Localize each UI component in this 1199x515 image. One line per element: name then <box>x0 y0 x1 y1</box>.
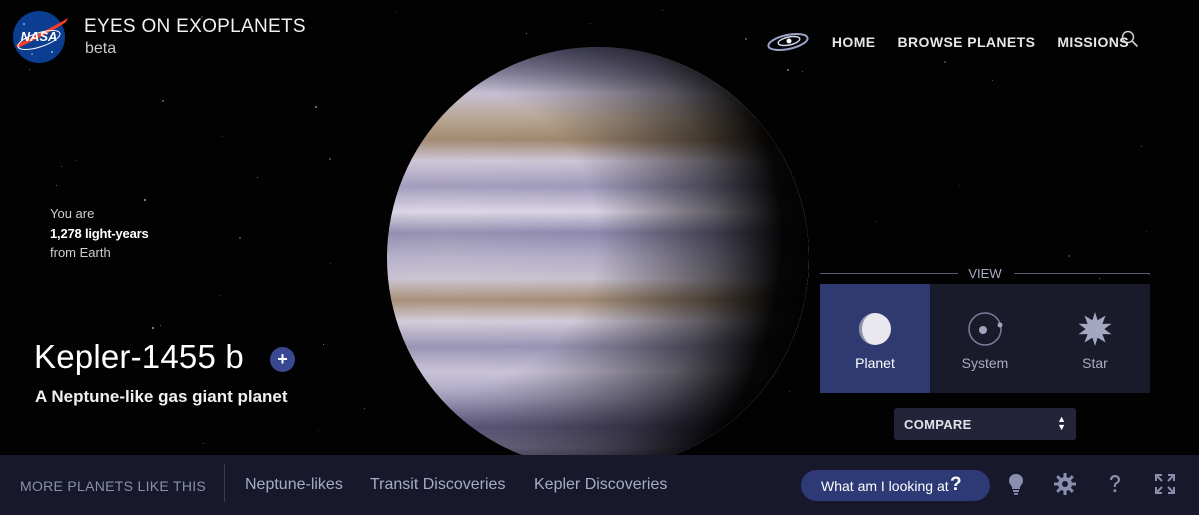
planet-icon <box>859 313 891 345</box>
planet-render[interactable] <box>387 47 809 455</box>
star-dot <box>787 69 789 71</box>
star-dot <box>875 221 876 222</box>
star-dot <box>56 185 57 186</box>
view-planet-button[interactable]: Planet <box>820 284 930 393</box>
star-dot <box>662 10 663 11</box>
compare-label: COMPARE <box>904 417 972 432</box>
star-dot <box>944 61 946 63</box>
star-dot <box>257 177 258 178</box>
star-dot <box>992 80 993 81</box>
view-selector: Planet System Star <box>820 284 1150 393</box>
updown-icon: ▲ ▼ <box>1057 414 1066 432</box>
system-icon <box>968 312 1003 346</box>
galaxy-icon[interactable] <box>766 31 810 53</box>
add-planet-button[interactable]: + <box>270 347 295 372</box>
footer-bar: MORE PLANETS LIKE THIS Neptune-likes Tra… <box>0 455 1199 515</box>
view-system-label: System <box>961 355 1009 371</box>
nav-home[interactable]: HOME <box>832 34 876 50</box>
view-planet-label: Planet <box>855 355 895 371</box>
star-dot <box>29 69 30 70</box>
star-icon <box>1078 312 1112 346</box>
star-dot <box>364 408 365 409</box>
star-dot <box>1146 231 1147 232</box>
planet-shadow <box>387 47 809 455</box>
star-dot <box>1141 146 1142 147</box>
star-dot <box>1068 255 1070 257</box>
view-header: VIEW <box>820 266 1150 282</box>
app-subtitle: beta <box>85 40 117 57</box>
planet-description: A Neptune-like gas giant planet <box>35 387 288 406</box>
distance-prefix: You are <box>50 206 95 221</box>
star-dot <box>315 106 317 108</box>
view-star-button[interactable]: Star <box>1040 284 1150 393</box>
star-dot <box>330 263 331 264</box>
nav-missions[interactable]: MISSIONS <box>1057 34 1129 50</box>
star-dot <box>802 71 803 72</box>
link-transit-discoveries[interactable]: Transit Discoveries <box>370 476 505 494</box>
star-dot <box>959 185 960 186</box>
view-label: VIEW <box>968 266 1002 281</box>
star-dot <box>318 430 319 431</box>
lightbulb-icon[interactable] <box>1004 472 1028 496</box>
view-star-label: Star <box>1082 355 1108 371</box>
more-planets-label: MORE PLANETS LIKE THIS <box>20 478 207 494</box>
star-dot <box>219 295 220 296</box>
what-am-i-looking-at-button[interactable]: What am I looking at ? <box>801 470 990 501</box>
distance-suffix: from Earth <box>50 245 111 260</box>
help-icon[interactable] <box>1103 472 1127 496</box>
star-dot <box>162 100 164 102</box>
star-dot <box>745 38 747 40</box>
star-dot <box>152 327 154 329</box>
star-dot <box>61 166 62 167</box>
star-dot <box>395 12 396 13</box>
star-dot <box>329 158 331 160</box>
nasa-logo-text: NASA <box>21 29 58 44</box>
star-dot <box>789 391 790 392</box>
star-dot <box>590 23 591 24</box>
nav-browse-planets[interactable]: BROWSE PLANETS <box>898 34 1036 50</box>
nasa-logo[interactable]: NASA <box>12 10 68 64</box>
star-dot <box>239 237 241 239</box>
distance-readout: You are 1,278 light-years from Earth <box>50 204 149 263</box>
star-dot <box>222 136 223 137</box>
link-kepler-discoveries[interactable]: Kepler Discoveries <box>534 476 667 494</box>
star-dot <box>323 344 324 345</box>
star-dot <box>144 199 146 201</box>
distance-value: 1,278 light-years <box>50 225 149 241</box>
compare-select[interactable]: COMPARE ▲ ▼ <box>894 408 1076 440</box>
footer-divider <box>224 464 225 502</box>
app-title[interactable]: EYES ON EXOPLANETS <box>84 16 306 38</box>
what-label: What am I looking at <box>821 478 949 494</box>
search-icon[interactable] <box>1121 30 1139 48</box>
gear-icon[interactable] <box>1053 472 1077 496</box>
view-system-button[interactable]: System <box>930 284 1040 393</box>
star-dot <box>203 443 204 444</box>
fullscreen-icon[interactable] <box>1153 472 1177 496</box>
star-dot <box>160 325 161 326</box>
top-nav: HOME BROWSE PLANETS MISSIONS <box>766 31 1129 53</box>
link-neptune-likes[interactable]: Neptune-likes <box>245 476 343 494</box>
question-mark-icon: ? <box>950 474 962 495</box>
planet-name: Kepler-1455 b <box>34 338 244 375</box>
star-dot <box>526 33 527 34</box>
star-dot <box>76 160 77 161</box>
